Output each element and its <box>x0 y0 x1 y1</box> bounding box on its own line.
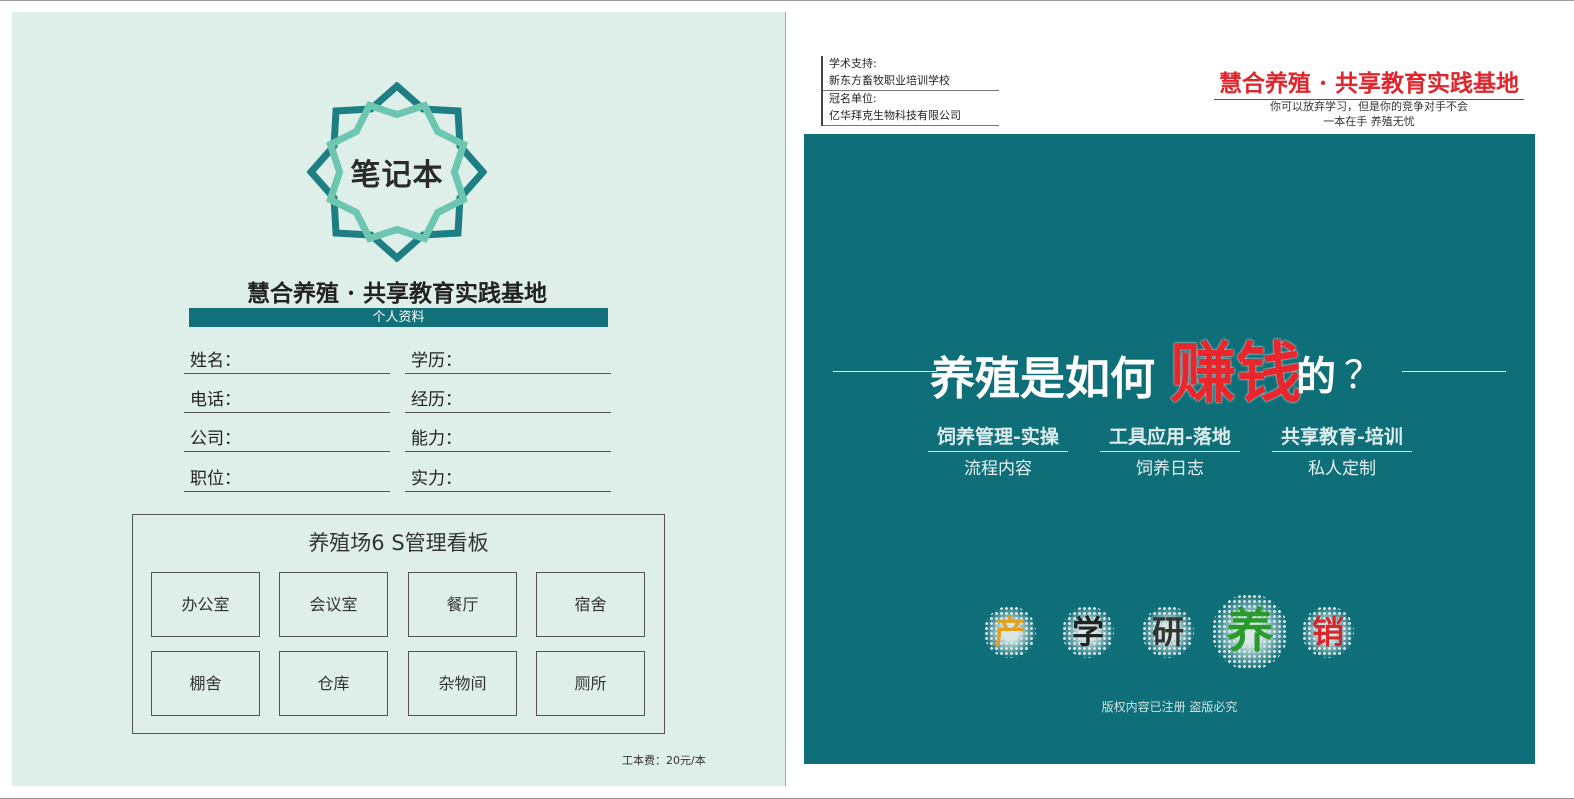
headline-rule-right <box>1402 371 1506 372</box>
copyright-note: 版权内容已注册 盗版必究 <box>1101 700 1238 714</box>
right-page: 学术支持: 新东方畜牧职业培训学校 冠名单位: 亿华拜克生物科技有限公司 慧合养… <box>786 12 1562 786</box>
circle-badge: 销 <box>1302 606 1354 658</box>
board-cell: 杂物间 <box>408 651 517 716</box>
emblem-title: 笔记本 <box>350 158 444 193</box>
circle-badge: 养 <box>1212 594 1288 670</box>
headline-highlight: 赚钱 <box>1170 335 1302 412</box>
board-cell: 宿舍 <box>536 572 645 637</box>
field-label: 学历： <box>411 351 462 371</box>
board-cell: 餐厅 <box>408 572 517 637</box>
field-label: 经历： <box>411 390 462 410</box>
question-mark: ？ <box>1344 353 1383 397</box>
brand-slogan-2: 一本在手 养殖无忧 <box>1323 115 1415 128</box>
name-field[interactable]: 姓名： <box>184 347 390 374</box>
headline: 养殖是如何 赚钱 的 ？ <box>930 320 1410 412</box>
experience-field[interactable]: 经历： <box>405 386 611 413</box>
pillar-item: 共享教育-培训 私人定制 <box>1272 422 1412 479</box>
circle-char: 学 <box>1071 613 1104 651</box>
cover-panel: 养殖是如何 赚钱 的 ？ 饲养管理-实操 流程内容 工具应用-落地 饲养日志 共… <box>804 134 1535 764</box>
circle-char: 产 <box>993 613 1026 651</box>
board-cell: 会议室 <box>279 572 388 637</box>
academic-value: 新东方畜牧职业培训学校 <box>823 73 999 91</box>
headline-rule-left <box>833 371 937 372</box>
naming-label: 冠名单位: <box>829 92 877 105</box>
strength-field[interactable]: 实力： <box>405 465 611 492</box>
company-field[interactable]: 公司： <box>184 425 390 452</box>
circle-char: 销 <box>1311 613 1344 651</box>
pillar-item: 饲养管理-实操 流程内容 <box>928 422 1068 479</box>
education-field[interactable]: 学历： <box>405 347 611 374</box>
board-title: 养殖场6 S管理看板 <box>308 531 489 555</box>
pillar-title: 共享教育-培训 <box>1272 422 1412 452</box>
pillar-title: 饲养管理-实操 <box>928 422 1068 452</box>
field-label: 职位： <box>190 469 241 489</box>
brand-slogan-1: 你可以放弃学习，但是你的竞争对手不会 <box>1270 100 1468 113</box>
frame-top <box>0 0 1574 1</box>
naming-value: 亿华拜克生物科技有限公司 <box>823 108 999 126</box>
pillar-subtitle: 私人定制 <box>1308 459 1376 479</box>
board-cell: 棚舍 <box>151 651 260 716</box>
star-emblem: 笔记本 <box>306 81 488 263</box>
ability-field[interactable]: 能力： <box>405 425 611 452</box>
circle-char: 研 <box>1151 613 1184 651</box>
left-page: 笔记本 慧合养殖 · 共享教育实践基地 个人资料 姓名： 学历： 电话： 经历：… <box>12 12 786 786</box>
circle-char: 养 <box>1226 604 1274 659</box>
field-label: 实力： <box>411 469 462 489</box>
academic-label: 学术支持: <box>829 57 877 70</box>
circle-badge: 产 <box>984 606 1036 658</box>
brand-title: 慧合养殖 · 共享教育实践基地 <box>1214 64 1524 100</box>
board-cell: 办公室 <box>151 572 260 637</box>
field-label: 公司： <box>190 429 241 449</box>
field-label: 姓名： <box>190 351 241 371</box>
phone-field[interactable]: 电话： <box>184 386 390 413</box>
left-title: 慧合养殖 · 共享教育实践基地 <box>246 280 548 307</box>
field-label: 能力： <box>411 429 462 449</box>
management-board: 养殖场6 S管理看板 办公室 会议室 餐厅 宿舍 棚舍 仓库 杂物间 厕所 <box>132 514 665 734</box>
circle-badge: 学 <box>1062 606 1114 658</box>
board-cell: 仓库 <box>279 651 388 716</box>
pillar-subtitle: 饲养日志 <box>1136 459 1204 479</box>
board-cell: 厕所 <box>536 651 645 716</box>
pillar-title: 工具应用-落地 <box>1100 422 1240 452</box>
section-bar: 个人资料 <box>189 308 608 327</box>
circle-badge: 研 <box>1142 606 1194 658</box>
headline-part-3: 的 <box>1296 354 1336 400</box>
field-label: 电话： <box>190 390 241 410</box>
headline-part-1: 养殖是如何 <box>930 352 1156 405</box>
sponsor-block: 学术支持: 新东方畜牧职业培训学校 冠名单位: 亿华拜克生物科技有限公司 <box>821 56 999 126</box>
pillar-subtitle: 流程内容 <box>964 459 1032 479</box>
pillar-item: 工具应用-落地 饲养日志 <box>1100 422 1240 479</box>
position-field[interactable]: 职位： <box>184 465 390 492</box>
fee-note: 工本费：20元/本 <box>622 754 706 767</box>
